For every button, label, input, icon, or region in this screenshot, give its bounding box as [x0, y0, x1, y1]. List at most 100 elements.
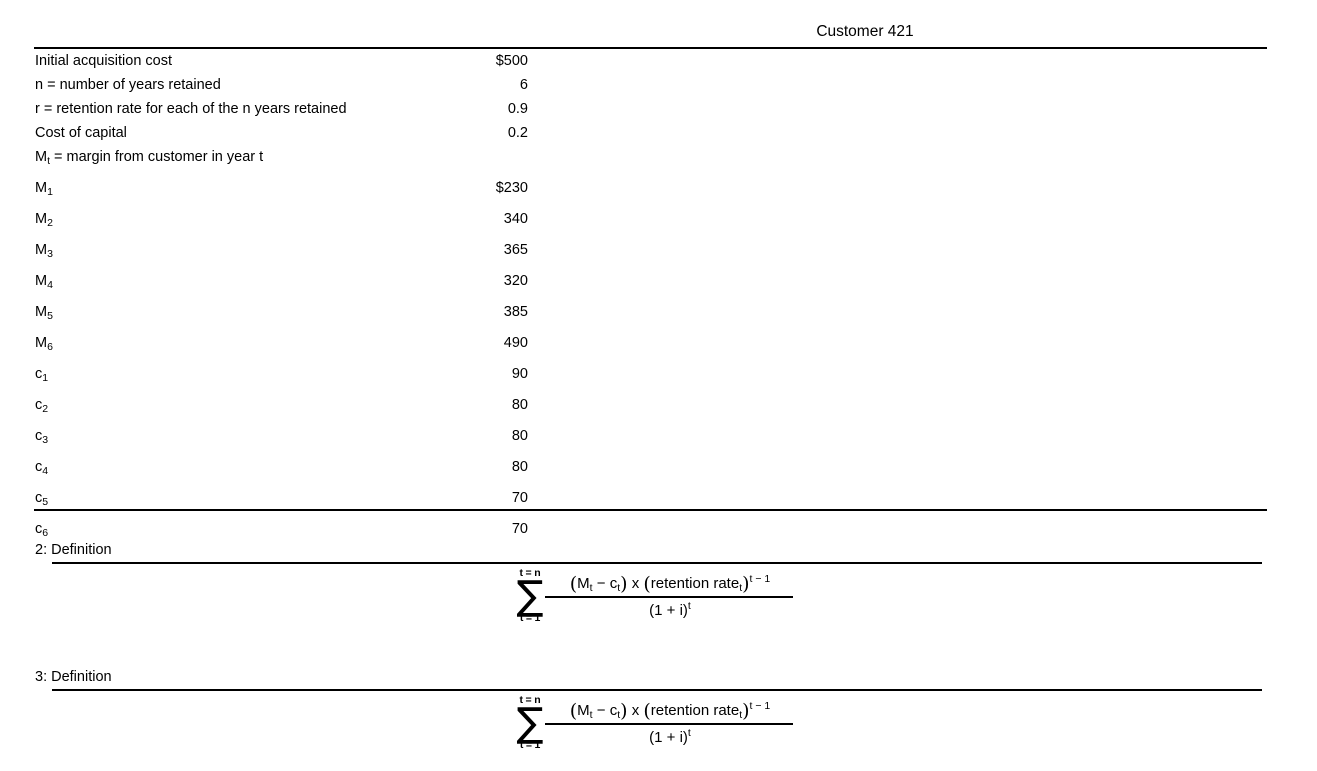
row-label-subscript: 5	[47, 310, 53, 322]
table-bottom-rule	[34, 509, 1267, 511]
table-row: M5 385	[34, 301, 534, 332]
retention-exponent: t − 1	[749, 573, 771, 585]
row-value: 70	[511, 490, 528, 506]
table-row: c1 90	[34, 363, 534, 394]
retention-rate-term: retention rate	[650, 702, 740, 719]
row-value: 490	[503, 335, 528, 351]
row-value: 80	[511, 428, 528, 444]
fraction-numerator: (Mt − ct) x (retention ratet)t − 1	[545, 570, 795, 596]
table-row: c3 80	[34, 425, 534, 456]
times-operator: x	[627, 702, 644, 719]
close-paren: )	[620, 573, 628, 595]
row-label: c2	[35, 394, 48, 416]
row-label-subscript: 5	[42, 496, 49, 508]
table-row: c2 80	[34, 394, 534, 425]
definition-3-label: 3: Definition	[35, 669, 112, 685]
margin-symbol: M	[577, 575, 590, 592]
table-row: M2 340	[34, 208, 534, 239]
minus-operator: −	[592, 702, 610, 719]
margin-subscript: t	[589, 582, 593, 594]
row-value: 80	[511, 459, 528, 475]
row-label: r = retention rate for each of the n yea…	[35, 101, 347, 117]
parameter-table: Initial acquisition cost $500 n = number…	[34, 50, 534, 549]
close-paren-2: )	[742, 573, 750, 595]
row-label-subscript: 6	[42, 527, 49, 539]
row-label-subscript: 3	[47, 248, 53, 260]
row-label-subscript: 2	[47, 217, 53, 229]
row-label-subscript: 3	[42, 434, 49, 446]
discount-term: (1 + i)	[649, 602, 688, 619]
table-row: M1 $230	[34, 177, 534, 208]
row-value: 0.9	[507, 101, 528, 117]
row-label-base: M	[35, 242, 48, 258]
row-label: M2	[35, 208, 53, 230]
open-paren: (	[569, 573, 578, 595]
row-label-subscript: 4	[42, 465, 49, 477]
open-paren-2: (	[643, 700, 651, 722]
table-row: Initial acquisition cost $500	[34, 50, 534, 74]
row-label-base: M	[35, 304, 48, 320]
table-row: Cost of capital 0.2	[34, 122, 534, 146]
row-label-subscript: t	[47, 155, 51, 167]
row-label: Cost of capital	[35, 125, 127, 141]
row-label: c1	[35, 363, 48, 385]
table-row: c4 80	[34, 456, 534, 487]
row-label: c5	[35, 487, 48, 509]
row-value: 320	[503, 273, 528, 289]
row-label: c6	[35, 518, 48, 540]
table-row: c5 70	[34, 487, 534, 518]
minus-operator: −	[592, 575, 610, 592]
table-top-rule	[34, 47, 1267, 49]
discount-exponent: t	[687, 600, 691, 612]
times-operator: x	[627, 575, 644, 592]
discount-exponent: t	[687, 727, 691, 739]
row-label: M4	[35, 270, 53, 292]
page-title: Customer 421	[816, 23, 914, 40]
close-paren-2: )	[742, 700, 750, 722]
retention-exponent: t − 1	[749, 700, 771, 712]
row-label-base: M	[35, 335, 48, 351]
margin-subscript: t	[589, 709, 593, 721]
fraction-denominator: (1 + i)t	[545, 598, 795, 624]
row-label: M6	[35, 332, 53, 354]
row-label: M3	[35, 239, 53, 261]
row-label: c3	[35, 425, 48, 447]
row-label-base: M	[35, 211, 48, 227]
row-value: 340	[503, 211, 528, 227]
row-value: 0.2	[507, 125, 528, 141]
row-value: 90	[511, 366, 528, 382]
row-value: 365	[503, 242, 528, 258]
row-label-rest: = margin from customer in year t	[50, 149, 264, 165]
row-label-subscript: 6	[47, 341, 53, 353]
retention-rate-term: retention rate	[650, 575, 740, 592]
row-value: 385	[503, 304, 528, 320]
row-value: 80	[511, 397, 528, 413]
row-label-subscript: 1	[42, 372, 49, 384]
margin-symbol: M	[577, 702, 590, 719]
definition-2-rule	[52, 562, 1262, 564]
discount-term: (1 + i)	[649, 729, 688, 746]
row-value: $230	[495, 180, 528, 196]
row-label: c4	[35, 456, 48, 478]
table-row: Mt = margin from customer in year t	[34, 146, 534, 177]
table-row: r = retention rate for each of the n yea…	[34, 98, 534, 122]
row-label-base: M	[35, 180, 48, 196]
definition-2-label: 2: Definition	[35, 542, 112, 558]
row-value: $500	[495, 53, 528, 69]
table-row: M3 365	[34, 239, 534, 270]
open-paren-2: (	[643, 573, 651, 595]
table-row: n = number of years retained 6	[34, 74, 534, 98]
row-value: 6	[519, 77, 528, 93]
row-label: M5	[35, 301, 53, 323]
row-label-subscript: 4	[47, 279, 53, 291]
row-label-subscript: 1	[47, 186, 53, 198]
table-row: M6 490	[34, 332, 534, 363]
row-label: n = number of years retained	[35, 77, 221, 93]
fraction-denominator: (1 + i)t	[545, 725, 795, 751]
table-row: M4 320	[34, 270, 534, 301]
row-label: M1	[35, 177, 53, 199]
row-value: 70	[511, 521, 528, 537]
fraction: (Mt − ct) x (retention ratet)t − 1 (1 + …	[545, 697, 795, 751]
row-label-base: M	[35, 273, 48, 289]
fraction-numerator: (Mt − ct) x (retention ratet)t − 1	[545, 697, 795, 723]
